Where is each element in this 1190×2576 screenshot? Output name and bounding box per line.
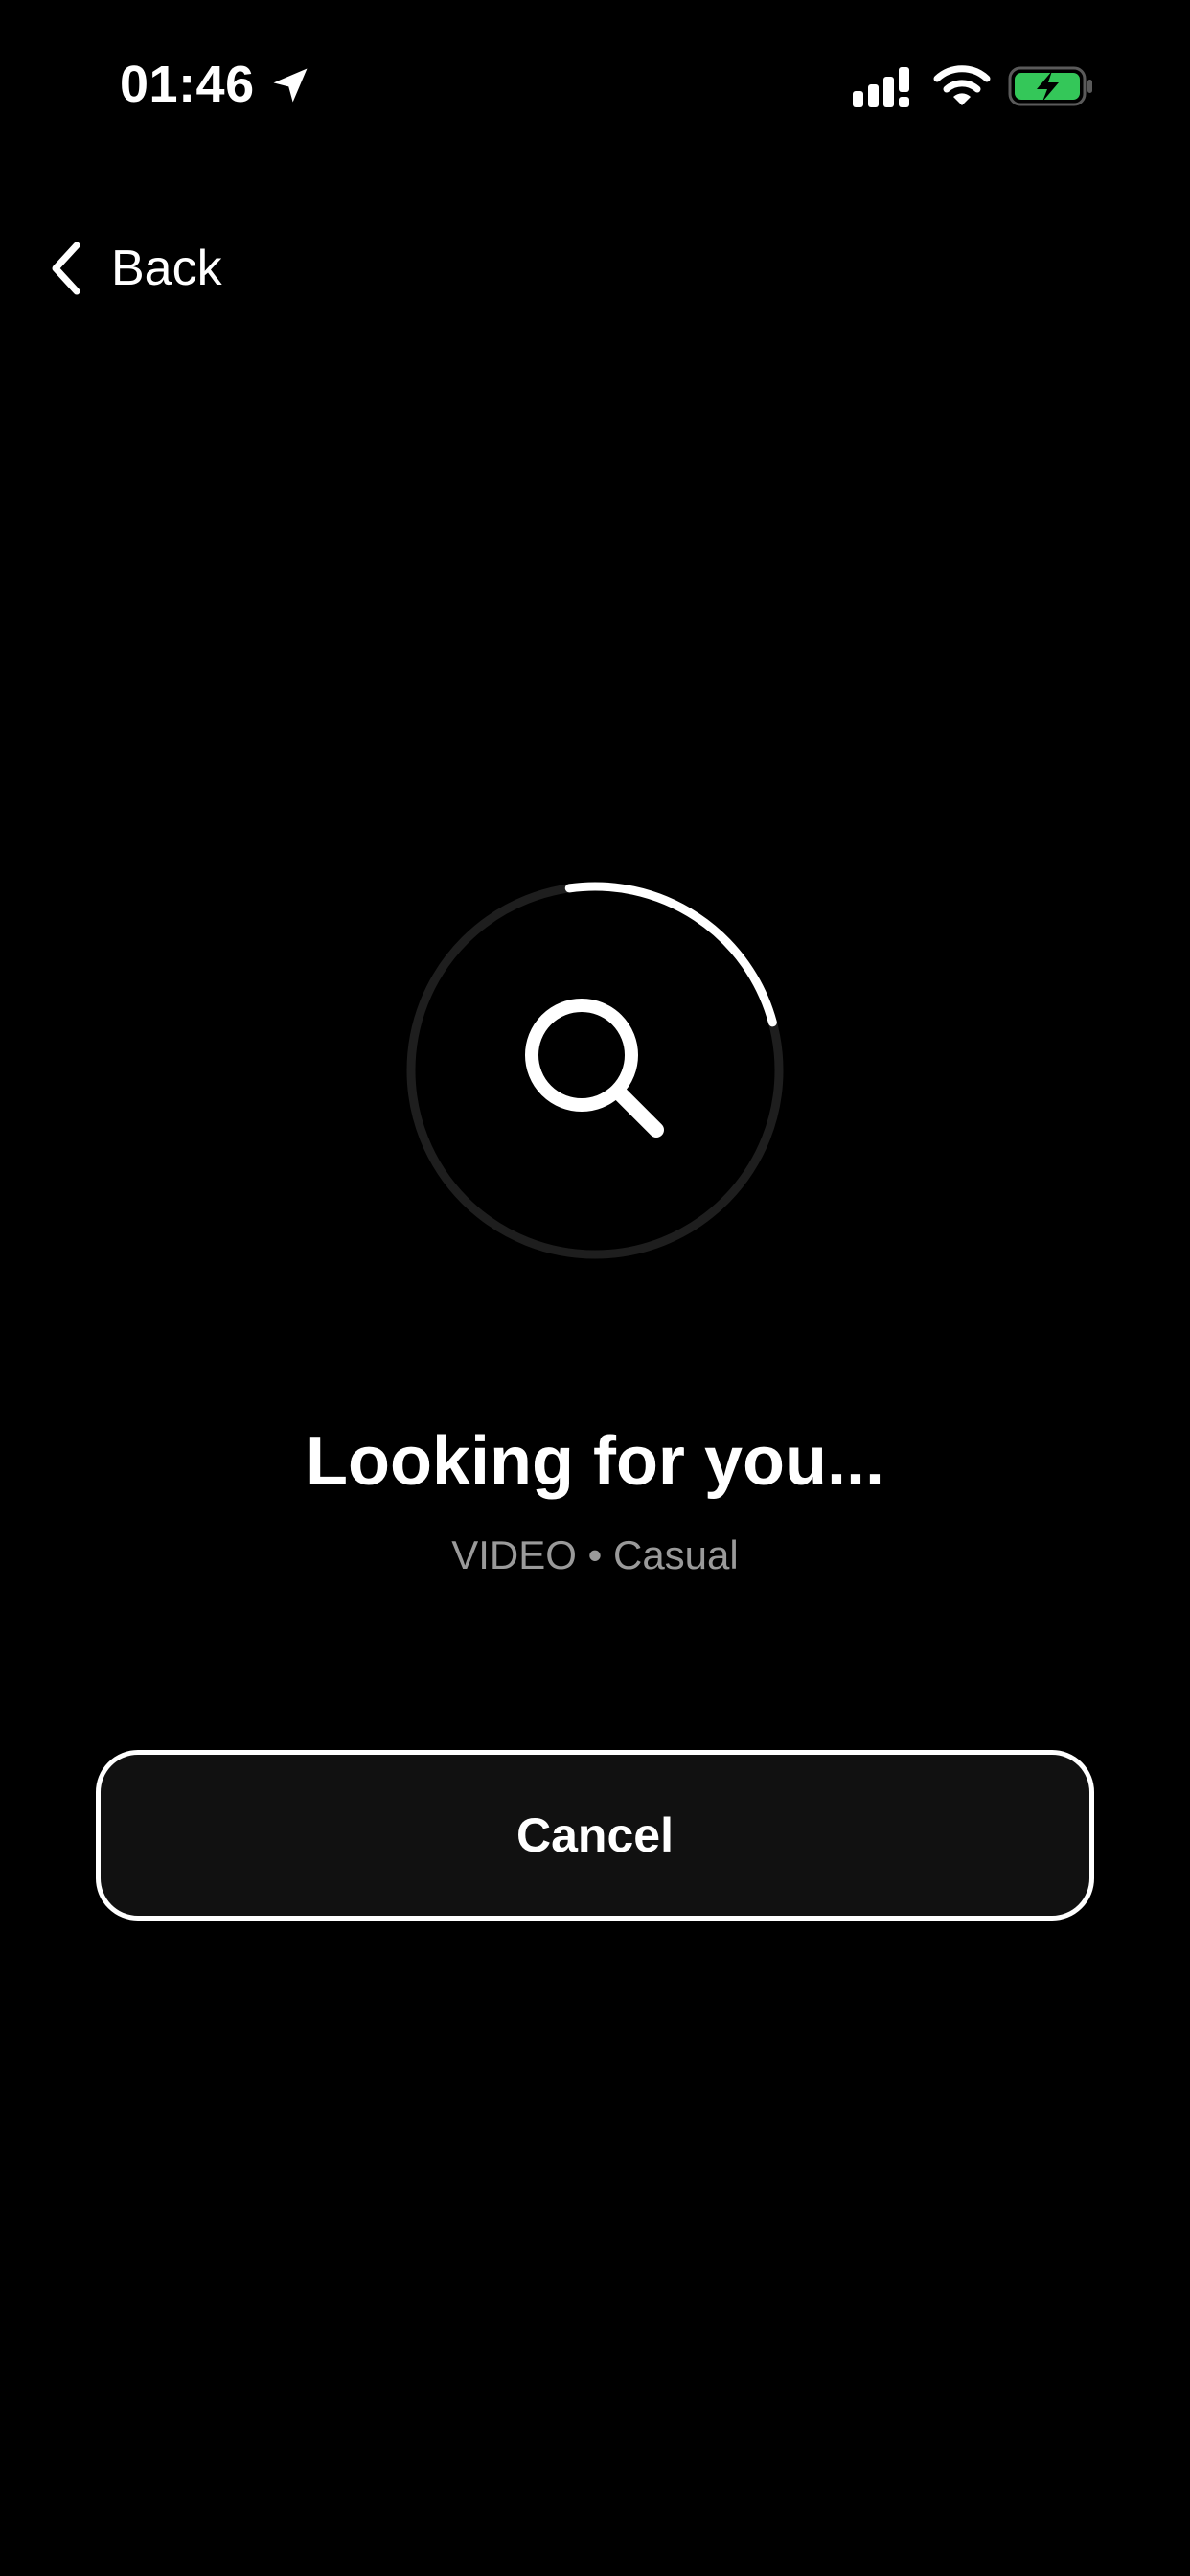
wifi-icon <box>933 65 991 105</box>
search-icon <box>525 999 664 1138</box>
session-type-subheading: VIDEO • Casual <box>451 1532 739 1577</box>
chevron-left-icon <box>52 242 80 295</box>
back-button[interactable]: Back <box>48 230 222 307</box>
battery-charging-icon <box>1008 66 1092 106</box>
location-arrow-icon <box>273 68 308 103</box>
status-time: 01:46 <box>120 56 255 113</box>
status-bar: 01:46 <box>0 0 1190 172</box>
searching-heading: Looking for you... <box>306 1423 884 1500</box>
back-label: Back <box>111 241 222 296</box>
cancel-button[interactable]: Cancel <box>96 1750 1094 1920</box>
cellular-signal-icon <box>853 67 909 107</box>
